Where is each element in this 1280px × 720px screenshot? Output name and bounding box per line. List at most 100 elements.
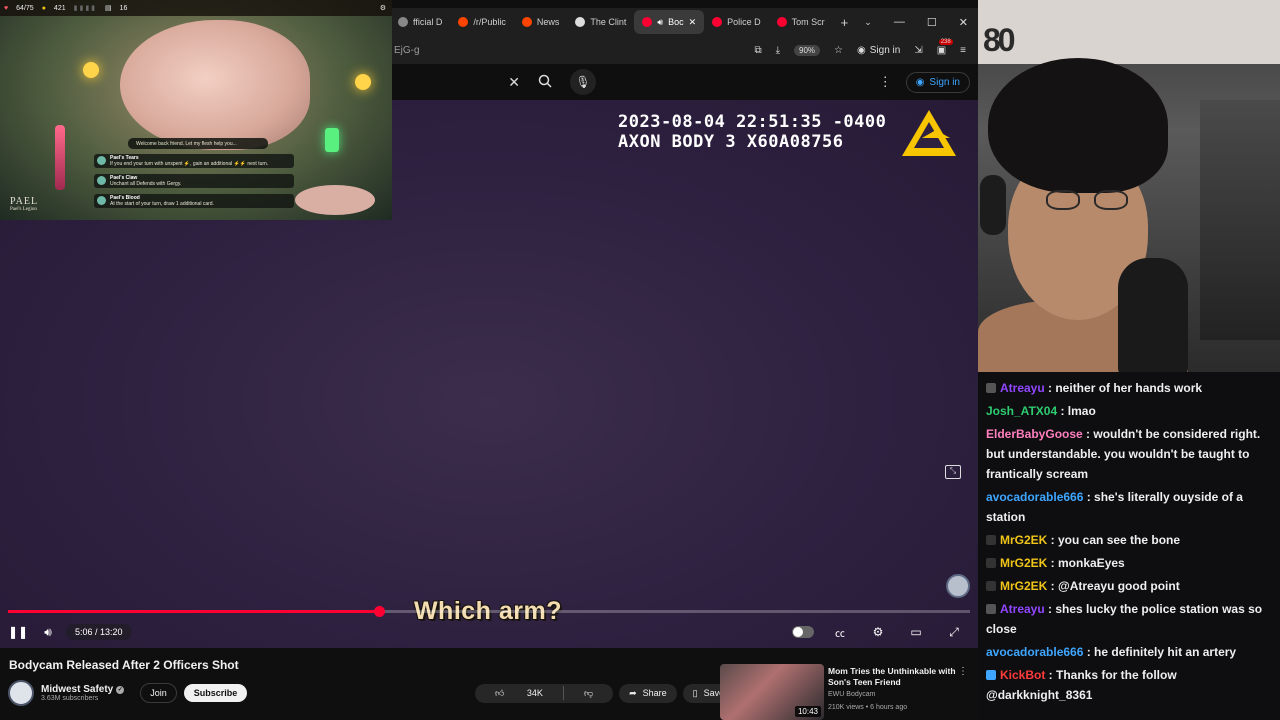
webcam-feed: 80 xyxy=(978,0,1280,372)
relic-description: If you end your turn with unspent ⚡, gai… xyxy=(110,161,269,167)
channel-row: Midwest Safety ✓ 3.63M subscribers Join S… xyxy=(8,680,248,706)
minimize-icon[interactable]: — xyxy=(894,16,905,29)
chat-badge-icon xyxy=(986,604,996,614)
chat-username[interactable]: MrG2EK xyxy=(1000,533,1047,547)
recommended-menu-icon[interactable]: ⋮ xyxy=(958,666,968,677)
autoplay-toggle[interactable] xyxy=(792,626,814,638)
browser-tab[interactable]: fficial D xyxy=(390,10,450,34)
bookmark-star-icon[interactable]: ☆ xyxy=(834,45,843,56)
chat-username[interactable]: ElderBabyGoose xyxy=(986,427,1083,441)
recommended-video[interactable]: 10:43 Mom Tries the Unthinkable with Son… xyxy=(720,664,978,720)
join-button[interactable]: Join xyxy=(140,683,177,703)
voice-search-icon[interactable]: 🎙 xyxy=(570,69,596,95)
webcam-background-top xyxy=(978,0,1280,64)
browser-tab[interactable]: 🔊︎ Boc ✕ xyxy=(634,10,705,34)
browser-tab[interactable]: Tom Scr xyxy=(769,10,833,34)
theater-mode-icon[interactable]: ▭ xyxy=(904,620,928,644)
new-tab-button[interactable]: + xyxy=(833,10,857,34)
subscriber-count: 3.63M subscribers xyxy=(41,695,99,702)
heart-icon: ♥ xyxy=(4,4,9,12)
screen: fficial D/r/Public News The Clint 🔊︎ Boc ✕ Pol… xyxy=(0,0,1280,720)
tab-audio-icon[interactable]: 🔊︎ xyxy=(657,17,663,28)
captions-icon[interactable]: ㏄ xyxy=(828,620,852,644)
relic-icon xyxy=(97,176,106,185)
channel-info: Midwest Safety ✓ 3.63M subscribers xyxy=(41,684,125,702)
relic-card: Pael's Blood At the start of your turn, d… xyxy=(94,194,294,208)
extensions-icon[interactable]: ⇲ xyxy=(914,45,922,56)
youtube-sign-in-button[interactable]: ◉ Sign in xyxy=(905,71,970,93)
maximize-icon[interactable]: ☐ xyxy=(927,16,937,29)
bodycam-device-id: AXON BODY 3 X60A08756 xyxy=(618,132,844,152)
subscribe-button[interactable]: Subscribe xyxy=(183,684,248,702)
search-clear-icon[interactable]: ✕ xyxy=(508,74,520,91)
browser-url-bar[interactable]: EjG-g ⧉ ⤓ 90% ☆ ◉ Sign in ⇲ ▣ 238 ≡ xyxy=(390,36,978,64)
recommended-title[interactable]: Mom Tries the Unthinkable with Son's Tee… xyxy=(828,666,968,688)
relic-description: Unchant all Defends with Gergy. xyxy=(110,181,182,187)
tab-close-icon[interactable]: ✕ xyxy=(689,17,697,28)
channel-watermark-icon[interactable] xyxy=(946,574,970,598)
chat-text: : he definitely hit an artery xyxy=(1083,645,1237,659)
browser-tab[interactable]: News xyxy=(514,10,568,34)
tab-label: Police D xyxy=(727,17,761,27)
browser-tab[interactable]: /r/Public xyxy=(450,10,514,34)
game-logo: PAEL Pael's Legion xyxy=(10,196,39,212)
chat-username[interactable]: Atreayu xyxy=(1000,381,1045,395)
headphone xyxy=(980,175,1006,235)
recommended-duration: 10:43 xyxy=(794,706,821,717)
channel-avatar[interactable] xyxy=(8,680,34,706)
microphone xyxy=(1118,258,1188,372)
channel-name[interactable]: Midwest Safety ✓ xyxy=(41,684,125,695)
browser-tab[interactable]: Police D xyxy=(704,10,769,34)
settings-gear-icon[interactable]: ⚙ xyxy=(866,620,890,644)
chat-text: : neither of her hands work xyxy=(1044,381,1203,395)
tab-list-dropdown-icon[interactable]: ⌄ xyxy=(856,10,880,34)
streamer-hair xyxy=(988,58,1168,193)
window-close-icon[interactable]: ✕ xyxy=(959,16,968,29)
relic-description: At the start of your turn, draw 1 additi… xyxy=(110,201,214,207)
tab-label: /r/Public xyxy=(473,17,506,27)
progress-scrubber[interactable] xyxy=(374,606,385,617)
miniplayer-icon[interactable]: ⤡ xyxy=(945,465,961,479)
chat-username[interactable]: avocadorable666 xyxy=(986,490,1083,504)
install-app-icon[interactable]: ⧉ xyxy=(754,45,761,56)
share-button[interactable]: ➦ Share xyxy=(619,683,677,703)
hud-gold: 421 xyxy=(53,4,66,12)
fullscreen-icon[interactable]: ⤢ xyxy=(942,620,966,644)
window-controls: — ☐ ✕ xyxy=(894,16,978,29)
chat-username[interactable]: Josh_ATX04 xyxy=(986,404,1057,418)
chat-text: : @Atreayu good point xyxy=(1047,579,1180,593)
pause-icon[interactable]: ❚❚ xyxy=(6,620,30,644)
chat-username[interactable]: Atreayu xyxy=(1000,602,1045,616)
chat-username[interactable]: MrG2EK xyxy=(1000,556,1047,570)
creature-tail xyxy=(295,185,375,215)
search-box[interactable]: ✕ 🎙 xyxy=(390,68,600,96)
chat-username[interactable]: KickBot xyxy=(1000,668,1045,682)
search-icon[interactable] xyxy=(538,74,552,91)
webcam-logo: 80 xyxy=(983,22,1016,58)
axon-logo-icon xyxy=(902,110,956,156)
tab-label: Tom Scr xyxy=(791,17,825,27)
relic-icon xyxy=(97,196,106,205)
download-icon[interactable]: ⤓ xyxy=(776,45,780,56)
like-button[interactable]: 👍︎ 34K xyxy=(475,684,563,703)
url-bar-actions: ⧉ ⤓ 90% ☆ ◉ Sign in ⇲ ▣ 238 ≡ xyxy=(754,38,978,56)
dislike-button[interactable]: 👎︎ xyxy=(564,684,613,703)
tab-favicon-icon xyxy=(521,17,532,27)
more-options-icon[interactable]: ⋮ xyxy=(879,74,892,90)
extension-badge-count: 238 xyxy=(938,38,953,45)
zoom-level[interactable]: 90% xyxy=(794,44,821,56)
browser-menu-icon[interactable]: ≡ xyxy=(960,45,966,56)
chat-username[interactable]: MrG2EK xyxy=(1000,579,1047,593)
bodycam-timestamp: 2023-08-04 22:51:35 -0400 xyxy=(618,112,887,132)
chat-username[interactable]: avocadorable666 xyxy=(986,645,1083,659)
webcam-background-right xyxy=(1200,100,1280,340)
extension-badge-icon[interactable]: ▣ 238 xyxy=(937,38,953,56)
browser-sign-in-button[interactable]: ◉ Sign in xyxy=(857,45,900,56)
url-text[interactable]: EjG-g xyxy=(390,45,420,56)
recommended-thumbnail[interactable]: 10:43 xyxy=(720,664,824,720)
thumbs-down-icon: 👎︎ xyxy=(583,687,594,698)
browser-tab[interactable]: The Clint xyxy=(567,10,634,34)
chat-message: avocadorable666 : he definitely hit an a… xyxy=(986,642,1274,662)
volume-icon[interactable]: 🔊︎ xyxy=(36,620,60,644)
progress-bar[interactable] xyxy=(8,606,970,617)
